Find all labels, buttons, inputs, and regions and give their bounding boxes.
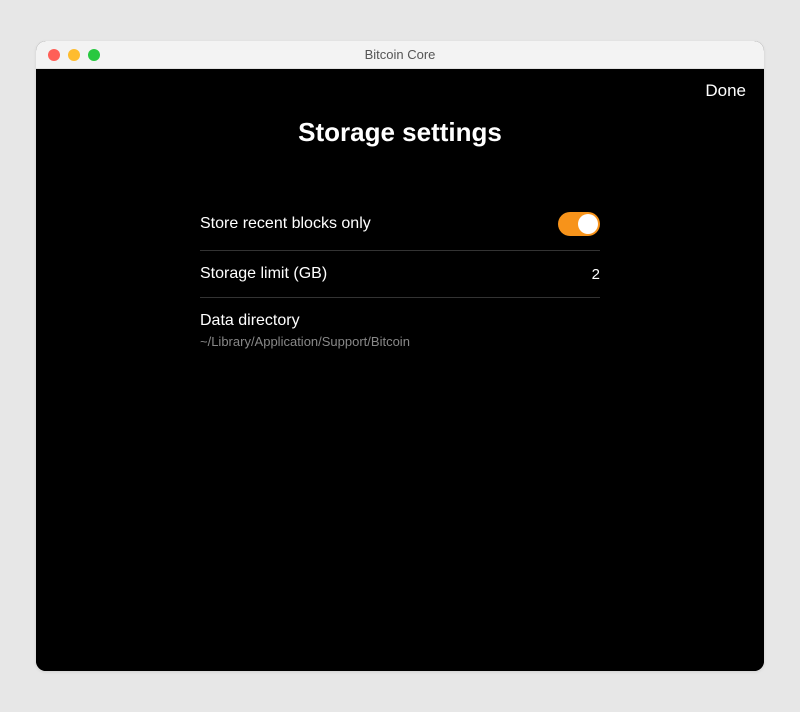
storage-limit-value: 2 xyxy=(592,266,600,283)
page-title: Storage settings xyxy=(36,69,764,178)
store-recent-label: Store recent blocks only xyxy=(200,215,371,233)
settings-list: Store recent blocks only Storage limit (… xyxy=(200,198,600,363)
done-button[interactable]: Done xyxy=(705,81,746,101)
data-directory-path: ~/Library/Application/Support/Bitcoin xyxy=(200,334,410,349)
data-directory-col: Data directory ~/Library/Application/Sup… xyxy=(200,312,410,349)
setting-store-recent: Store recent blocks only xyxy=(200,198,600,251)
store-recent-toggle[interactable] xyxy=(558,212,600,236)
toggle-knob-icon xyxy=(578,214,598,234)
data-directory-label: Data directory xyxy=(200,312,410,330)
setting-storage-limit[interactable]: Storage limit (GB) 2 xyxy=(200,251,600,298)
traffic-lights xyxy=(36,49,100,61)
setting-data-directory[interactable]: Data directory ~/Library/Application/Sup… xyxy=(200,298,600,363)
app-window: Bitcoin Core Done Storage settings Store… xyxy=(36,41,764,671)
window-title: Bitcoin Core xyxy=(36,47,764,62)
close-icon[interactable] xyxy=(48,49,60,61)
content-area: Done Storage settings Store recent block… xyxy=(36,69,764,671)
storage-limit-label: Storage limit (GB) xyxy=(200,265,327,283)
titlebar: Bitcoin Core xyxy=(36,41,764,69)
maximize-icon[interactable] xyxy=(88,49,100,61)
minimize-icon[interactable] xyxy=(68,49,80,61)
